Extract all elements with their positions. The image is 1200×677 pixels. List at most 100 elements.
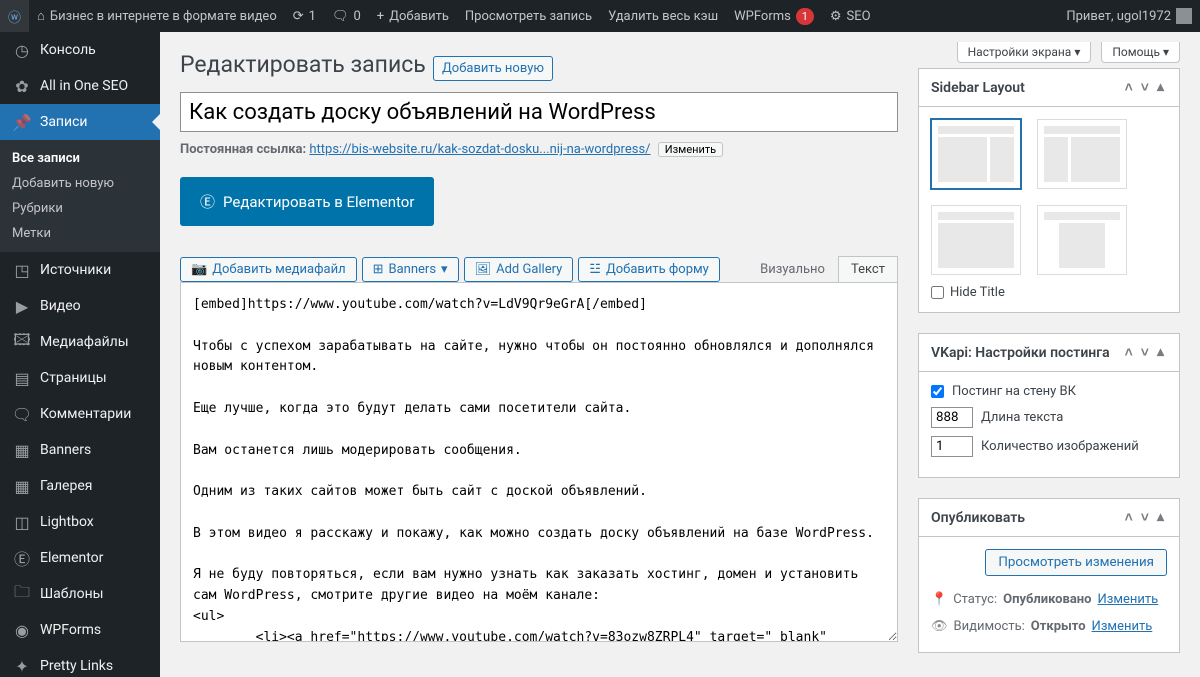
banners-icon: ▦ [12,440,32,460]
menu-comments[interactable]: 🗨Комментарии [0,396,160,432]
wpforms-badge: 1 [796,8,814,25]
delete-cache[interactable]: Удалить весь кэш [600,0,726,32]
add-media-button[interactable]: 📷Добавить медиафайл [180,257,357,282]
vk-image-count-label: Количество изображений [981,439,1139,454]
hide-title-checkbox[interactable] [931,286,944,299]
screen-options-tab[interactable]: Настройки экрана ▾ [957,42,1092,63]
collapse-icon[interactable]: ▴ [1154,509,1167,526]
wp-logo[interactable]: ⓦ [0,0,29,32]
menu-pages[interactable]: ▤Страницы [0,360,160,396]
site-name[interactable]: ⌂Бизнес в интернете в формате видео [29,0,285,32]
media-icon: 🖾 [12,332,32,352]
prettylinks-icon: ✦ [12,656,32,676]
menu-lightbox[interactable]: ◫Lightbox [0,504,160,540]
dashboard-icon: ◷ [12,40,32,60]
banners-icon: ⊞ [373,262,384,277]
sidebar-layout-metabox: Sidebar Layout ˄˅▴ Hide Title [918,68,1180,313]
menu-posts[interactable]: 📌Записи [0,104,160,140]
wpforms-icon: ◉ [12,620,32,640]
tab-visual[interactable]: Визуально [747,256,838,283]
camera-icon: 📷 [191,262,207,277]
form-icon: ☳ [589,262,601,277]
edit-status-link[interactable]: Изменить [1098,592,1159,607]
metabox-title: VKapi: Настройки постинга [931,345,1110,361]
visibility-icon: 👁 [931,619,948,634]
elementor-icon: Ⓔ [12,548,32,568]
chevron-up-icon[interactable]: ˄ [1122,79,1136,96]
collapse-icon[interactable]: ▴ [1154,79,1167,96]
view-post[interactable]: Просмотреть запись [457,0,600,32]
vkapi-metabox: VKapi: Настройки постинга ˄˅▴ Постинг на… [918,333,1180,478]
add-form-button[interactable]: ☳Добавить форму [578,257,720,282]
templates-icon: 🗀 [12,584,32,604]
chevron-down-icon[interactable]: ˅ [1138,509,1152,526]
banners-button[interactable]: ⊞Banners▾ [362,257,459,282]
new-content[interactable]: +Добавить [369,0,457,32]
post-title-input[interactable] [180,92,898,132]
user-greeting[interactable]: Привет, ugol1972 [1058,0,1200,32]
menu-wpforms[interactable]: ◉WPForms [0,612,160,648]
menu-dashboard[interactable]: ◷Консоль [0,32,160,68]
add-new-button[interactable]: Добавить новую [433,56,553,81]
pin-icon: 📌 [12,112,32,132]
vk-text-length-label: Длина текста [981,410,1063,425]
help-tab[interactable]: Помощь ▾ [1101,42,1180,63]
aioseo-icon: ✿ [12,76,32,96]
menu-gallery[interactable]: ▦Галерея [0,468,160,504]
visibility-label: Видимость: [954,619,1025,634]
wpforms-toolbar[interactable]: WPForms1 [726,0,822,32]
menu-banners[interactable]: ▦Banners [0,432,160,468]
elementor-icon: Ⓔ [200,191,215,212]
submenu-add-new[interactable]: Добавить новую [0,171,160,196]
layout-right-sidebar[interactable] [931,119,1021,189]
submenu-tags[interactable]: Метки [0,221,160,246]
status-value: Опубликовано [1003,592,1091,607]
chevron-up-icon[interactable]: ˄ [1122,509,1136,526]
permalink-url[interactable]: https://bis-website.ru/kak-sozdat-dosku.… [309,142,650,157]
submenu-all-posts[interactable]: Все записи [0,146,160,171]
vk-image-count-input[interactable] [931,436,973,457]
updates[interactable]: ⟳1 [285,0,324,32]
comments[interactable]: 🗨0 [324,0,369,32]
posts-submenu: Все записи Добавить новую Рубрики Метки [0,140,160,252]
menu-aioseo[interactable]: ✿All in One SEO [0,68,160,104]
layout-left-sidebar[interactable] [1037,119,1127,189]
layout-full-width[interactable] [931,205,1021,275]
menu-elementor[interactable]: ⒺElementor [0,540,160,576]
permalink-label: Постоянная ссылка: [180,142,306,157]
submenu-categories[interactable]: Рубрики [0,196,160,221]
layout-centered[interactable] [1037,205,1127,275]
chevron-down-icon[interactable]: ˅ [1138,344,1152,361]
metabox-title: Sidebar Layout [931,80,1025,96]
home-icon: ⌂ [37,8,45,24]
chevron-up-icon[interactable]: ˄ [1122,344,1136,361]
admin-toolbar: ⓦ ⌂Бизнес в интернете в формате видео ⟳1… [0,0,1200,32]
comment-icon: 🗨 [12,404,32,424]
menu-templates[interactable]: 🗀Шаблоны [0,576,160,612]
menu-prettylinks[interactable]: ✦Pretty Links [0,648,160,677]
vk-wall-posting-checkbox[interactable] [931,385,944,398]
gear-icon: ⚙ [830,9,842,24]
edit-visibility-link[interactable]: Изменить [1092,619,1153,634]
update-icon: ⟳ [293,9,304,24]
gallery-icon: 🖼 [475,262,492,277]
gallery-icon: ▦ [12,476,32,496]
post-content-editor[interactable] [180,282,898,642]
chevron-down-icon[interactable]: ˅ [1138,79,1152,96]
menu-sources[interactable]: ◳Источники [0,252,160,288]
edit-slug-button[interactable]: Изменить [658,142,723,157]
preview-changes-button[interactable]: Просмотреть изменения [985,549,1167,576]
wordpress-icon: ⓦ [8,7,21,26]
chevron-down-icon: ▾ [441,262,448,277]
admin-sidebar: ◷Консоль ✿All in One SEO 📌Записи Все зап… [0,32,160,677]
add-gallery-button[interactable]: 🖼Add Gallery [464,257,574,282]
edit-with-elementor-button[interactable]: Ⓔ Редактировать в Elementor [180,177,434,226]
collapse-icon[interactable]: ▴ [1154,344,1167,361]
menu-video[interactable]: ▶Видео [0,288,160,324]
tab-text[interactable]: Текст [838,256,898,283]
status-label: Статус: [953,592,997,607]
menu-media[interactable]: 🖾Медиафайлы [0,324,160,360]
vk-text-length-input[interactable] [931,407,973,428]
seo-toolbar[interactable]: ⚙SEO [822,0,879,32]
sources-icon: ◳ [12,260,32,280]
